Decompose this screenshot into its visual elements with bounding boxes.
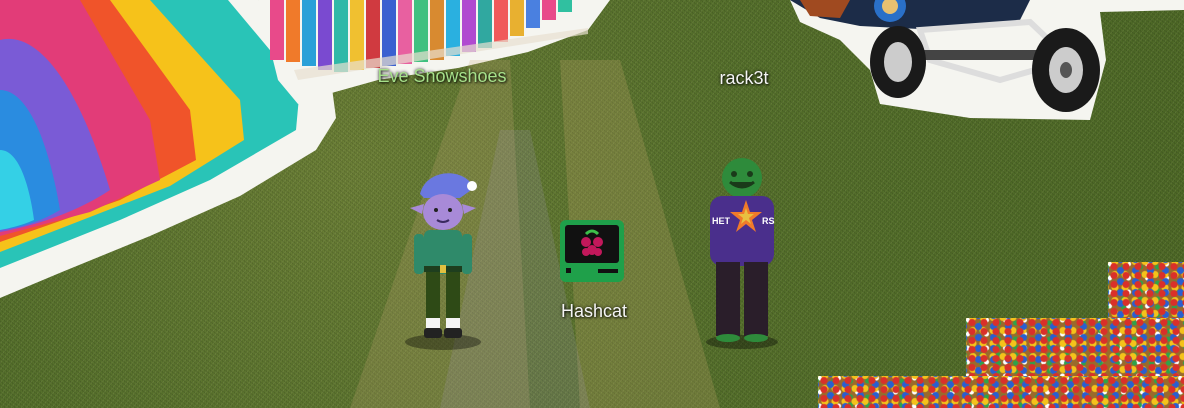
svg-text:RS: RS [762, 216, 775, 226]
avatar-sprite: HET RS [706, 158, 778, 349]
rack3t-avatar[interactable]: HET RS [702, 156, 782, 350]
svg-text:HET: HET [712, 216, 731, 226]
player-name-eve: Eve Snowshoes [377, 66, 507, 86]
go-kart-icon [790, 0, 1184, 120]
elf-character[interactable] [402, 168, 484, 352]
hashcat-terminal[interactable] [560, 220, 624, 282]
elf-sprite [405, 173, 481, 350]
player-name-rack3t: rack3t [719, 68, 769, 88]
lego-pile-low [818, 376, 1184, 408]
raspberry-pi-terminal-icon [560, 220, 624, 282]
game-scene: Eve Snowshoes rack3t Hashcat HET RS [0, 0, 1184, 408]
terminal-label: Hashcat [560, 301, 628, 321]
books-artwork [258, 0, 610, 104]
